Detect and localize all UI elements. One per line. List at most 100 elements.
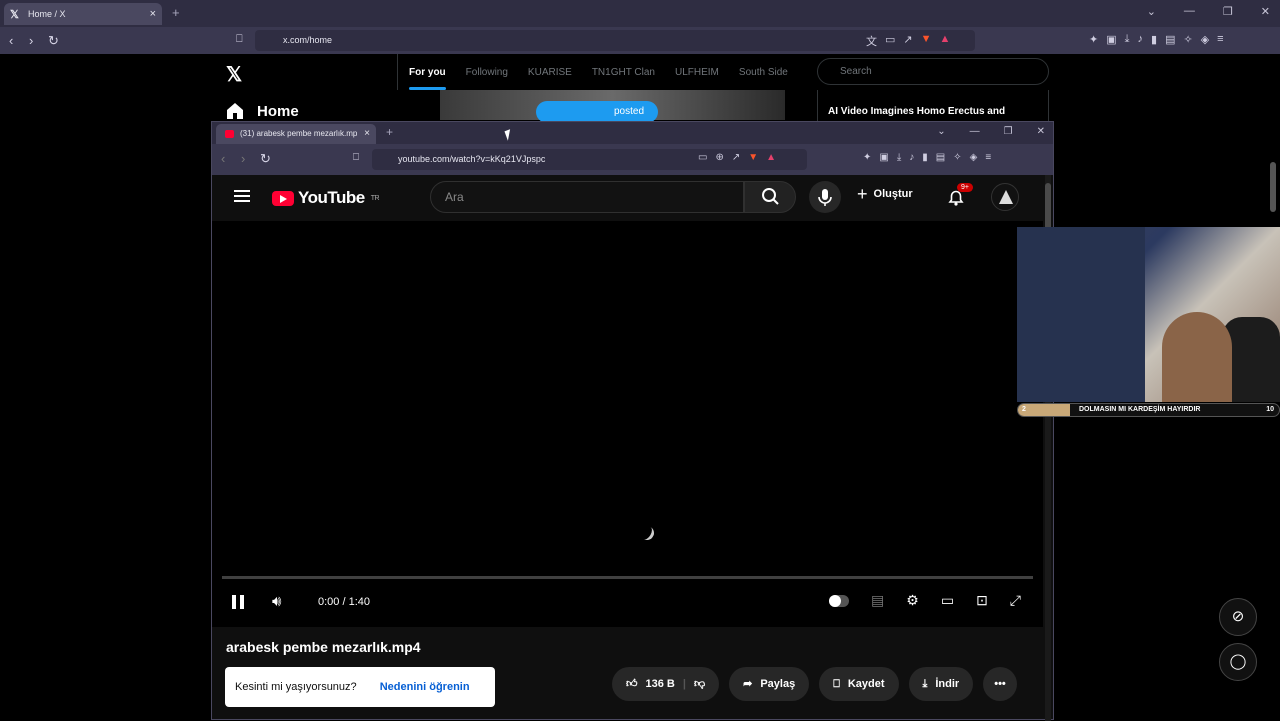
- tab-list-icon[interactable]: ⌄: [937, 126, 945, 137]
- tab-for-you[interactable]: For you: [409, 67, 446, 90]
- save-button[interactable]: ⎕ Kaydet: [819, 667, 899, 701]
- vpn-icon[interactable]: ◈: [1201, 33, 1209, 46]
- back-button[interactable]: ‹: [9, 33, 13, 48]
- trend-item[interactable]: AI Video Imagines Homo Erectus and: [828, 106, 1005, 117]
- grok-icon[interactable]: ⊘: [1219, 598, 1257, 636]
- save-label: Kaydet: [847, 678, 885, 690]
- time-display: 0:00 / 1:40: [318, 596, 370, 608]
- wallet-icon[interactable]: ▤: [1165, 33, 1175, 46]
- bookmark-icon[interactable]: ⎕: [353, 152, 359, 163]
- voice-search-button[interactable]: [809, 181, 841, 213]
- share-button[interactable]: ➦ Paylaş: [729, 667, 810, 701]
- maximize-button[interactable]: ❐: [1004, 126, 1013, 137]
- video-player[interactable]: [212, 221, 1043, 627]
- new-tab-button[interactable]: +: [386, 125, 393, 139]
- autoplay-toggle[interactable]: [829, 595, 850, 607]
- learn-why-link[interactable]: Nedenini öğrenin: [380, 681, 470, 693]
- new-posts-pill[interactable]: posted: [536, 101, 658, 123]
- download-button[interactable]: ⤓ İndir: [908, 667, 974, 701]
- tab-list-icon[interactable]: ⌄: [1147, 5, 1156, 18]
- tab-x-home[interactable]: 𝕏 Home / X ×: [4, 3, 162, 25]
- extensions-icon[interactable]: ✦: [1089, 33, 1098, 46]
- music-icon[interactable]: ♪: [909, 152, 914, 163]
- settings-gear-icon[interactable]: ⚙: [906, 592, 919, 609]
- downloads-icon[interactable]: ⤓: [897, 152, 901, 163]
- guide-menu-icon[interactable]: [234, 190, 250, 202]
- tab-kuarise[interactable]: KUARISE: [528, 67, 572, 78]
- toolbar-icons: ✦ ▣ ⤓ ♪ ▮ ▤ ✧ ◈ ≡: [863, 152, 991, 163]
- search-placeholder: Ara: [445, 190, 464, 204]
- like-button[interactable]: 👍︎ 136 B | 👎︎: [612, 667, 720, 701]
- menu-icon[interactable]: ≡: [1217, 33, 1223, 46]
- extensions-icon[interactable]: ✦: [863, 152, 871, 163]
- brave-shields-icon[interactable]: ▼: [748, 152, 758, 163]
- nav-home[interactable]: Home: [257, 103, 299, 120]
- thumbs-down-icon[interactable]: 👎︎: [694, 667, 705, 701]
- cast-icon[interactable]: ▭: [698, 152, 707, 163]
- download-label: İndir: [935, 678, 960, 690]
- theater-mode-button[interactable]: ▭: [941, 592, 954, 609]
- reload-button[interactable]: ↻: [260, 151, 271, 167]
- bookmark-icon[interactable]: ⎕: [236, 33, 243, 46]
- timeline-tabs: For you Following KUARISE TN1GHT Clan UL…: [397, 54, 797, 90]
- minimize-button[interactable]: —: [1184, 5, 1195, 18]
- wallet-icon[interactable]: ▤: [936, 152, 945, 163]
- forward-button[interactable]: ›: [29, 33, 33, 48]
- fullscreen-button[interactable]: ⤢: [1010, 592, 1021, 609]
- sidebar-icon[interactable]: ▮: [922, 152, 928, 163]
- search-button[interactable]: [744, 181, 796, 213]
- pause-button[interactable]: [232, 595, 244, 609]
- subtitles-button[interactable]: ▤: [871, 592, 884, 609]
- new-tab-button[interactable]: +: [172, 5, 180, 20]
- zoom-icon[interactable]: ⊕: [715, 152, 723, 163]
- downloads-icon[interactable]: ⤓: [1125, 33, 1130, 46]
- youtube-logo-text: YouTube: [298, 188, 365, 207]
- share-icon[interactable]: ↗: [732, 152, 740, 163]
- sidebar-icon[interactable]: ▮: [1151, 33, 1157, 46]
- tab-south-side[interactable]: South Side: [739, 67, 788, 78]
- reload-button[interactable]: ↻: [48, 33, 59, 49]
- tab-ulfheim[interactable]: ULFHEIM: [675, 67, 719, 78]
- outer-scrollbar[interactable]: [1270, 54, 1278, 720]
- cast-button[interactable]: ⊡: [976, 592, 988, 609]
- x-logo-icon: 𝕏: [10, 9, 19, 21]
- tab-following[interactable]: Following: [466, 67, 508, 78]
- account-avatar[interactable]: [991, 183, 1019, 211]
- more-actions-button[interactable]: •••: [983, 667, 1017, 701]
- brave-rewards-icon[interactable]: ▲: [940, 33, 951, 49]
- music-icon[interactable]: ♪: [1138, 33, 1144, 46]
- youtube-search-input[interactable]: Ara: [430, 181, 744, 213]
- menu-icon[interactable]: ≡: [985, 152, 991, 163]
- close-tab-icon[interactable]: ×: [364, 124, 370, 144]
- x-logo-icon[interactable]: 𝕏: [226, 62, 242, 87]
- close-window-button[interactable]: ✕: [1261, 5, 1270, 18]
- leo-icon[interactable]: ✧: [1183, 33, 1192, 46]
- minimize-button[interactable]: —: [970, 126, 980, 137]
- close-window-button[interactable]: ✕: [1037, 126, 1045, 137]
- address-actions: ▭ ⊕ ↗ ▼ ▲: [698, 152, 776, 163]
- translate-icon[interactable]: 文: [866, 33, 877, 49]
- close-tab-icon[interactable]: ×: [150, 8, 156, 20]
- tab-youtube-video[interactable]: (31) arabesk pembe mezarlık.mp ×: [216, 124, 376, 144]
- forward-button[interactable]: ›: [241, 151, 245, 166]
- screenshot-icon[interactable]: ▣: [879, 152, 888, 163]
- youtube-logo[interactable]: YouTube TR: [272, 188, 380, 208]
- volume-button[interactable]: 🔊︎: [272, 593, 281, 610]
- vpn-icon[interactable]: ◈: [970, 152, 978, 163]
- x-search-input[interactable]: Search: [817, 58, 1049, 85]
- create-button[interactable]: + Oluştur: [857, 185, 913, 203]
- brave-shields-icon[interactable]: ▼: [921, 33, 932, 49]
- video-progress-bar[interactable]: [222, 576, 1033, 579]
- brave-rewards-icon[interactable]: ▲: [766, 152, 776, 163]
- avatar-logo-icon: [999, 190, 1013, 204]
- screenshot-icon[interactable]: ▣: [1106, 33, 1116, 46]
- maximize-button[interactable]: ❐: [1223, 5, 1233, 18]
- create-label: Oluştur: [873, 188, 913, 200]
- cast-icon[interactable]: ▭: [885, 33, 895, 49]
- messages-chat-icon[interactable]: ◯: [1219, 643, 1257, 681]
- leo-icon[interactable]: ✧: [953, 152, 961, 163]
- share-icon[interactable]: ↗: [903, 33, 912, 49]
- video-actions: 👍︎ 136 B | 👎︎ ➦ Paylaş ⎕ Kaydet ⤓ İndir …: [612, 667, 1017, 701]
- back-button[interactable]: ‹: [221, 151, 225, 166]
- tab-tn1ght-clan[interactable]: TN1GHT Clan: [592, 67, 655, 78]
